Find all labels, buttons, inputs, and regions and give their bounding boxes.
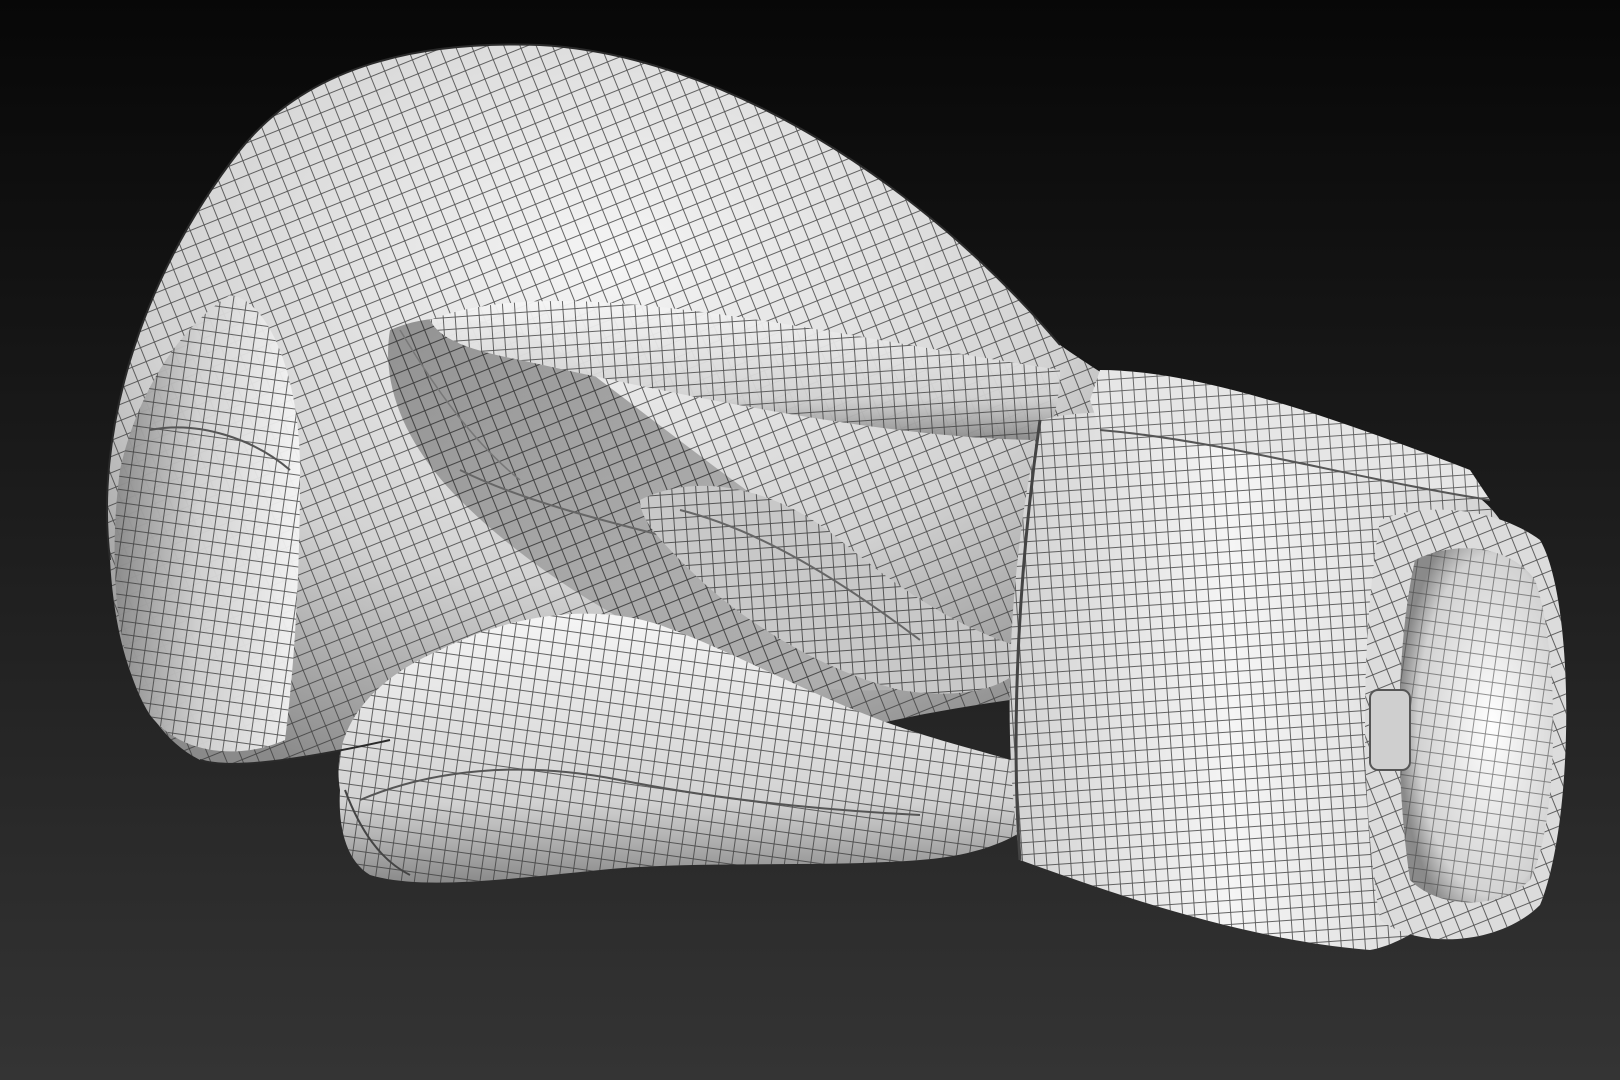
viewport-canvas[interactable] [0,0,1620,1080]
render-scene [0,0,1620,1080]
